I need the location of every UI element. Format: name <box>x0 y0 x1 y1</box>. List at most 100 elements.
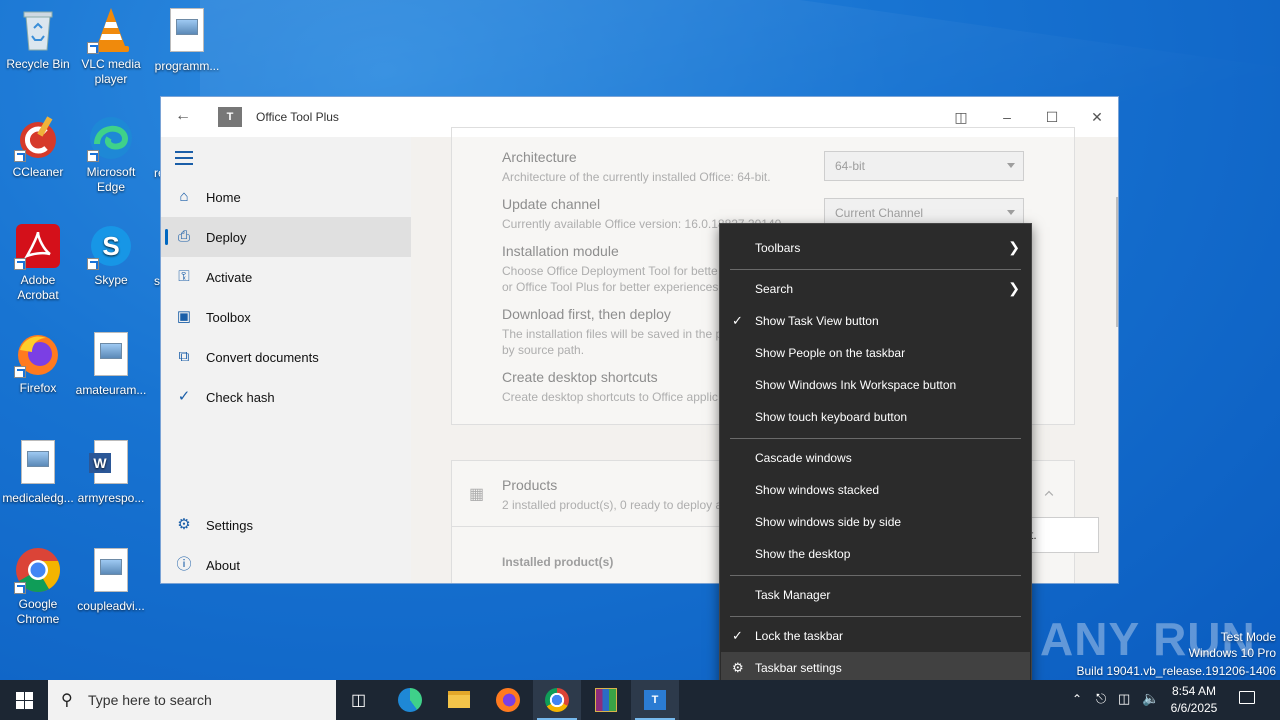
desktop-icon-vlc[interactable]: VLC media player <box>73 6 149 87</box>
desktop-icon-amateuram[interactable]: amateuram... <box>73 330 149 398</box>
products-title: Products <box>502 477 558 493</box>
edge-icon <box>398 688 422 712</box>
desktop-icon-medicaledg[interactable]: medicaledg... <box>0 438 76 506</box>
sidebar-item-label: Toolbox <box>206 310 251 325</box>
desktop-icon-coupleadvi[interactable]: coupleadvi... <box>73 546 149 614</box>
taskbar-clock[interactable]: 8:54 AM 6/6/2025 <box>1160 683 1228 717</box>
search-icon: ⚲ <box>61 692 73 709</box>
desktop-icon-label: medicaledg... <box>2 491 74 505</box>
menu-item-label: Show Windows Ink Workspace button <box>755 378 957 392</box>
sidebar-item-convert-documents[interactable]: ⧉ Convert documents <box>161 337 411 377</box>
volume-button[interactable]: 🔈 <box>1140 680 1160 720</box>
menu-item-label: Toolbars <box>755 241 801 255</box>
setting-title: Create desktop shortcuts <box>502 369 658 385</box>
winrar-icon <box>595 688 617 712</box>
taskbar-context-menu: Toolbars ❯ Search ❯ ✓ Show Task View but… <box>719 223 1032 691</box>
desktop-icon-label: programm... <box>154 59 220 73</box>
start-button[interactable] <box>0 680 48 720</box>
taskbar-app-edge[interactable] <box>386 680 434 720</box>
sidebar-item-home[interactable]: ⌂ Home <box>161 177 411 217</box>
menu-item-label: Search <box>755 282 794 296</box>
setting-title: Download first, then deploy <box>502 306 671 322</box>
menu-item-show-desktop[interactable]: Show the desktop <box>721 538 1030 570</box>
convert-documents-icon: ⧉ <box>178 348 190 365</box>
sidebar-item-label: Deploy <box>206 230 247 245</box>
sidebar-item-deploy[interactable]: ⎙ Deploy <box>161 217 411 257</box>
menu-item-cascade-windows[interactable]: Cascade windows <box>721 442 1030 474</box>
show-hidden-icons-button[interactable]: ⌃ <box>1070 680 1086 720</box>
menu-separator <box>730 575 1021 576</box>
folder-icon <box>448 691 470 708</box>
chevron-down-icon <box>1007 163 1015 168</box>
taskbar-app-chrome[interactable] <box>533 680 581 720</box>
desktop-icon-firefox[interactable]: Firefox <box>0 330 76 396</box>
back-arrow-icon[interactable]: ← <box>175 107 193 125</box>
checkmark-icon: ✓ <box>732 313 743 328</box>
clock-time: 8:54 AM <box>1171 684 1217 698</box>
menu-item-task-manager[interactable]: Task Manager <box>721 579 1030 611</box>
desktop-icon-skype[interactable]: S Skype <box>73 222 149 288</box>
home-icon: ⌂ <box>179 188 189 205</box>
image-file-icon <box>163 8 211 56</box>
chrome-icon <box>545 688 569 712</box>
minimize-button[interactable]: – <box>995 105 1019 129</box>
taskbar-app-winrar[interactable] <box>582 680 630 720</box>
desktop-icon-programm[interactable]: programm... <box>149 6 225 74</box>
network-button[interactable]: ◫ <box>1116 680 1136 720</box>
sidebar-item-check-hash[interactable]: ✓ Check hash <box>161 377 411 417</box>
architecture-select[interactable]: 64-bit <box>824 151 1024 181</box>
menu-item-windows-stacked[interactable]: Show windows stacked <box>721 474 1030 506</box>
sidebar-item-about[interactable]: ⓘ About <box>161 545 411 583</box>
setting-desc: Create desktop shortcuts to Office appli… <box>502 390 718 404</box>
menu-separator <box>730 269 1021 270</box>
sidebar-item-settings[interactable]: ⚙ Settings <box>161 505 411 545</box>
menu-item-show-people[interactable]: Show People on the taskbar <box>721 337 1030 369</box>
shortcut-arrow-icon <box>87 258 99 270</box>
close-button[interactable]: ✕ <box>1085 105 1109 129</box>
desktop-icon-google-chrome[interactable]: Google Chrome <box>0 546 76 627</box>
menu-item-show-touch-keyboard[interactable]: Show touch keyboard button <box>721 401 1030 433</box>
menu-item-label: Show Task View button <box>755 314 879 328</box>
menu-item-show-ink-workspace[interactable]: Show Windows Ink Workspace button <box>721 369 1030 401</box>
chevron-right-icon: ❯ <box>1008 280 1020 296</box>
action-center-button[interactable] <box>1236 680 1260 720</box>
menu-item-side-by-side[interactable]: Show windows side by side <box>721 506 1030 538</box>
firefox-icon <box>14 330 62 378</box>
desktop-icon-armyrespo[interactable]: W armyrespo... <box>73 438 149 506</box>
maximize-button[interactable]: ☐ <box>1040 105 1064 129</box>
tray-device-icon[interactable]: ⎋ <box>1094 680 1112 720</box>
vlc-icon <box>87 6 135 54</box>
menu-item-toolbars[interactable]: Toolbars ❯ <box>721 232 1030 264</box>
task-view-button[interactable]: ◫ <box>336 680 384 720</box>
task-view-icon: ◫ <box>351 692 367 709</box>
compact-view-icon[interactable]: ◫ <box>949 105 973 129</box>
menu-separator <box>730 438 1021 439</box>
taskbar-app-office-tool-plus[interactable]: T <box>631 680 679 720</box>
taskbar-search-box[interactable]: ⚲ Type here to search <box>48 680 336 720</box>
menu-item-show-task-view[interactable]: ✓ Show Task View button <box>721 305 1030 337</box>
scrollbar[interactable] <box>1116 197 1118 327</box>
shortcut-arrow-icon <box>14 258 26 270</box>
window-title: Office Tool Plus <box>256 110 339 124</box>
sidebar-item-activate[interactable]: ⚿ Activate <box>161 257 411 297</box>
desktop-icon-label: coupleadvi... <box>77 599 145 613</box>
menu-item-search[interactable]: Search ❯ <box>721 273 1030 305</box>
taskbar-app-firefox[interactable] <box>484 680 532 720</box>
menu-item-lock-taskbar[interactable]: ✓ Lock the taskbar <box>721 620 1030 652</box>
toolbox-icon: ▣ <box>176 308 192 325</box>
desktop-icon-ccleaner[interactable]: CCleaner <box>0 114 76 180</box>
hamburger-menu-icon[interactable] <box>175 151 193 165</box>
installed-products-label: Installed product(s) <box>502 555 614 569</box>
setting-desc: The installation files will be saved in … <box>502 327 723 341</box>
taskbar-app-file-explorer[interactable] <box>435 680 483 720</box>
shortcut-arrow-icon <box>14 150 26 162</box>
image-file-icon <box>87 332 135 380</box>
taskbar[interactable]: ⚲ Type here to search ◫ T ⌃ ⎋ ◫ 🔈 8:54 A… <box>0 680 1280 720</box>
sidebar-item-label: Convert documents <box>206 350 319 365</box>
desktop-icon-recycle-bin[interactable]: Recycle Bin <box>0 6 76 72</box>
desktop-icon-microsoft-edge[interactable]: Microsoft Edge <box>73 114 149 195</box>
desktop-icon-adobe-acrobat[interactable]: Adobe Acrobat <box>0 222 76 303</box>
os-edition-label: Windows 10 Pro <box>1188 646 1276 660</box>
sidebar-item-toolbox[interactable]: ▣ Toolbox <box>161 297 411 337</box>
setting-title: Update channel <box>502 196 601 212</box>
